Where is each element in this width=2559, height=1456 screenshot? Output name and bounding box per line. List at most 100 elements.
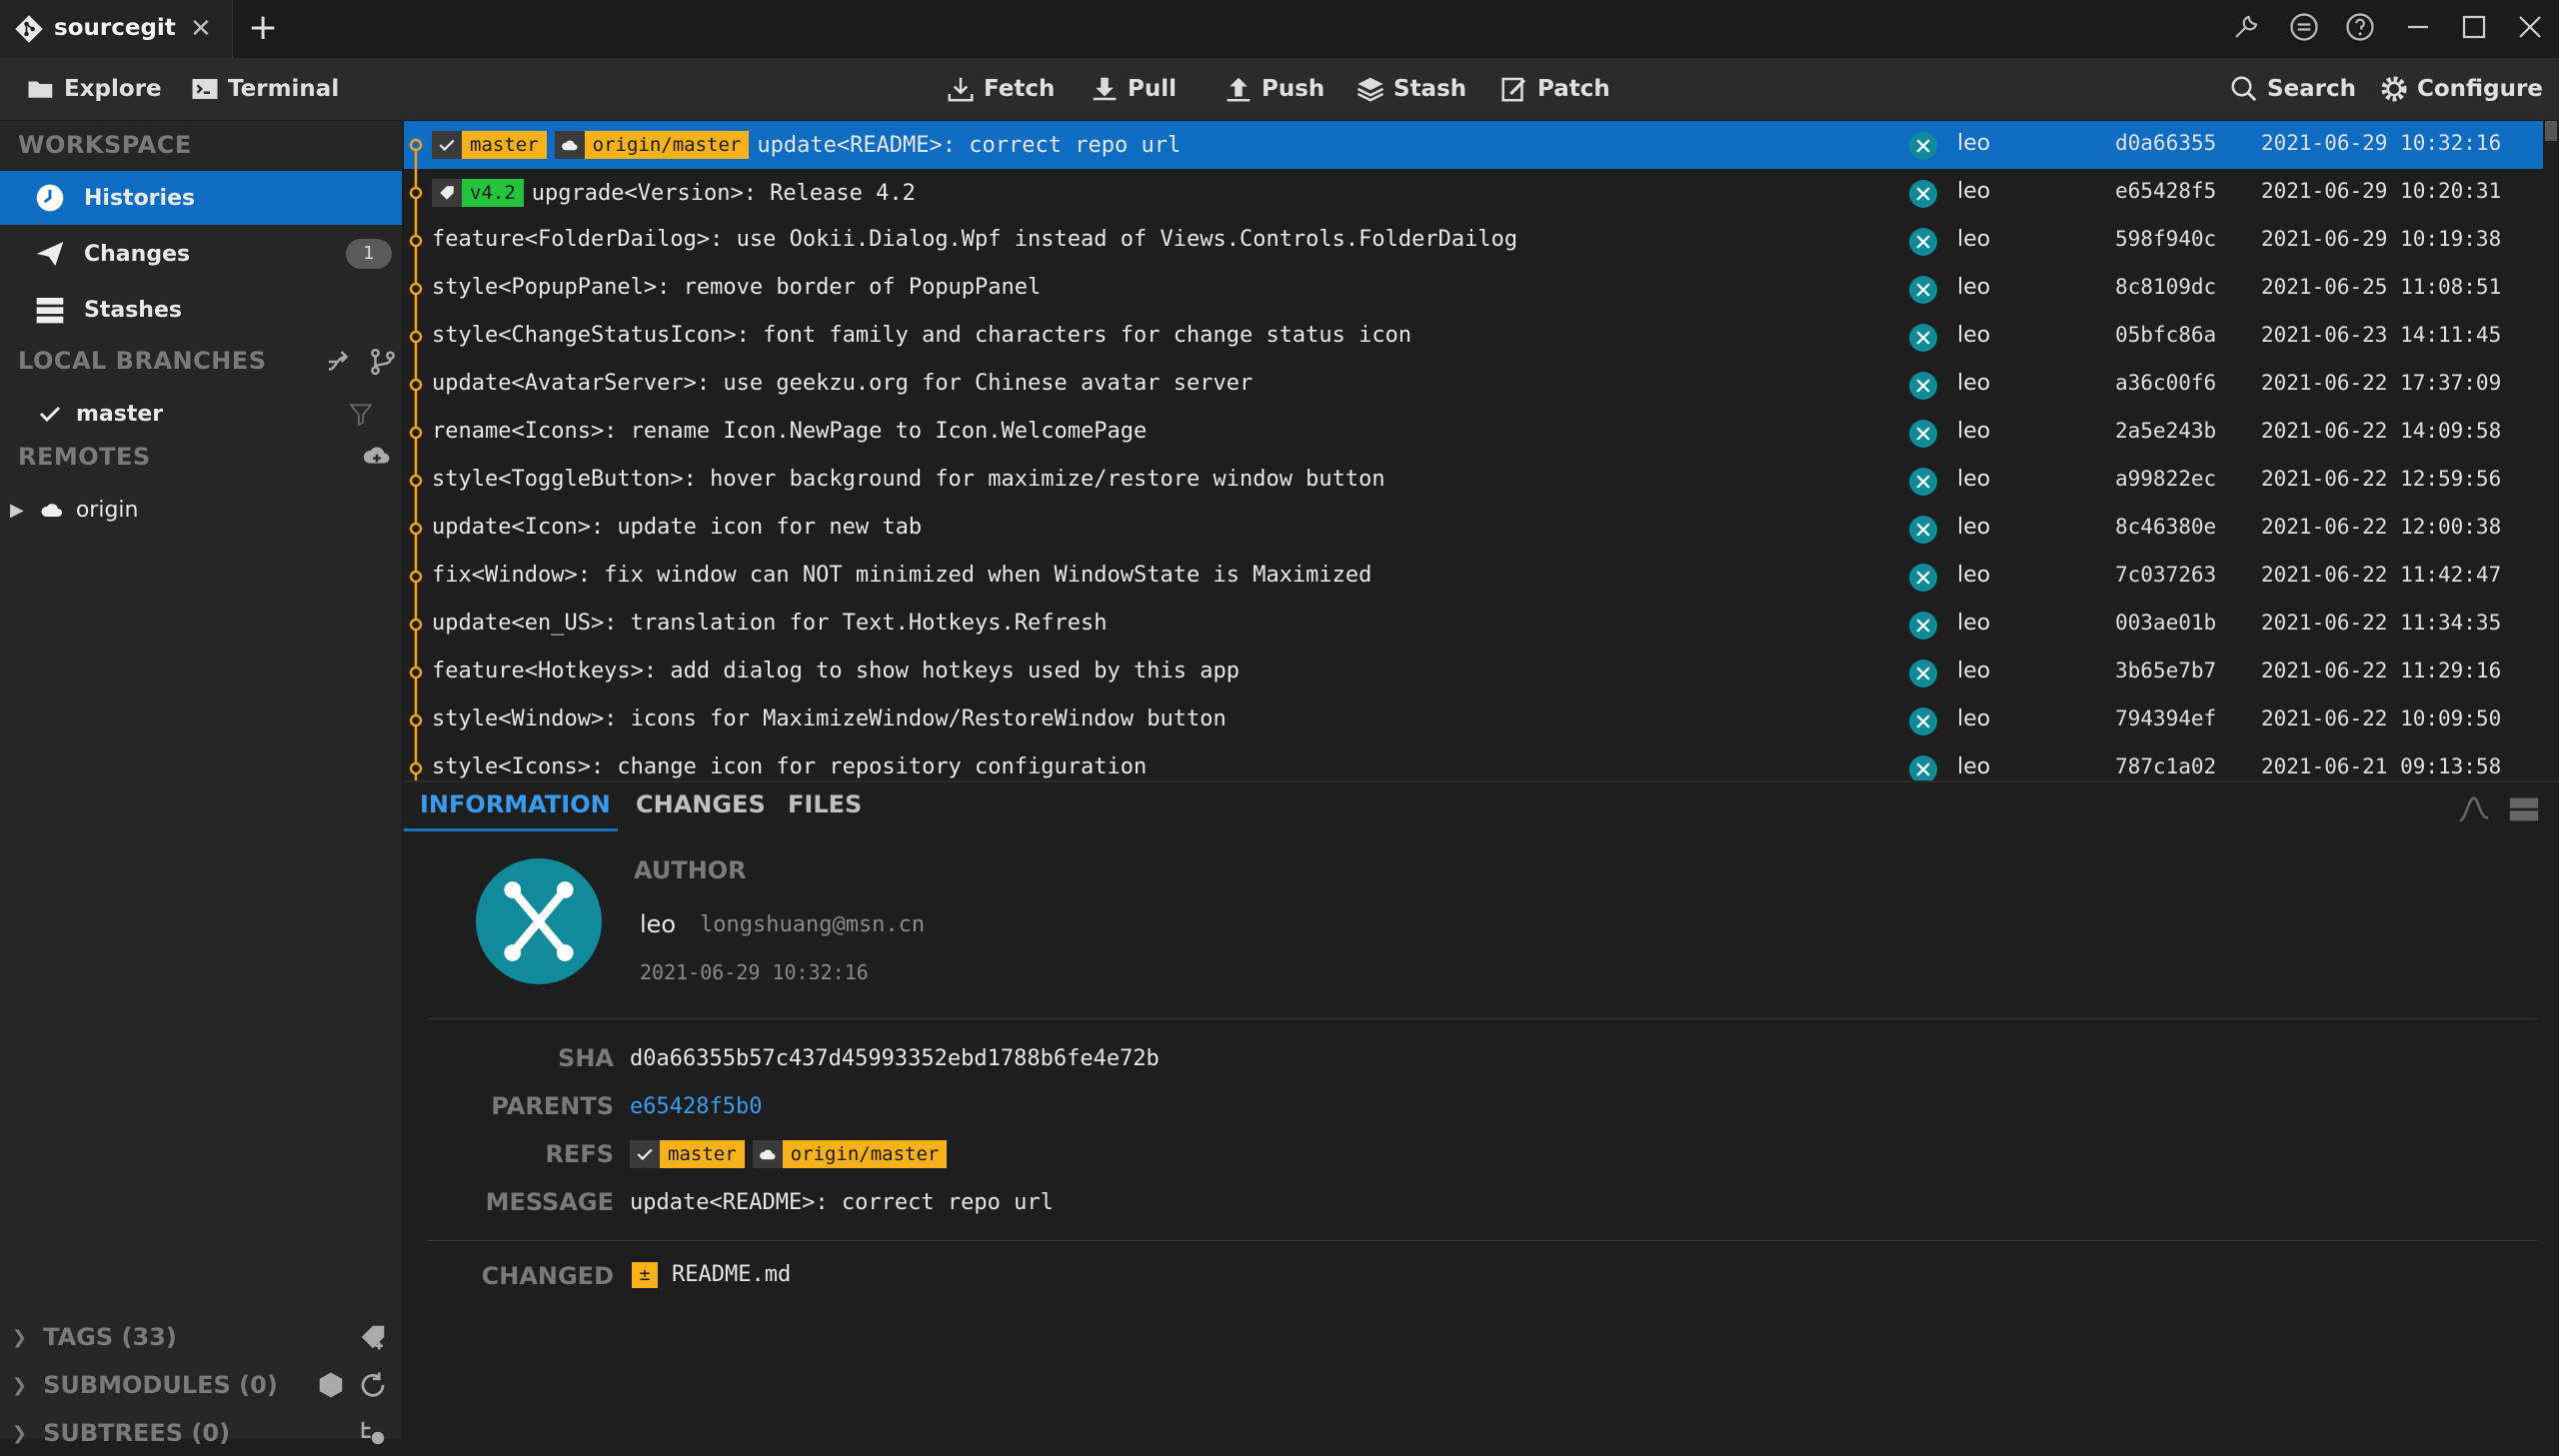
refresh-icon[interactable] [358,1370,388,1400]
search-button[interactable]: Search [2229,72,2356,106]
changed-file-item[interactable]: ± README.md [632,1262,791,1288]
subtrees-section[interactable]: ❯ SUBTREES (0) [0,1410,402,1456]
author-avatar-small [1909,468,1937,496]
configure-button[interactable]: Configure [2379,72,2543,106]
commit-row[interactable]: v4.2 upgrade<Version>: Release 4.2 leo e654… [404,169,2543,217]
commit-row[interactable]: feature<FolderDailog>: use Ookii.Dialog.… [404,217,2543,265]
sidebar-item-changes[interactable]: Changes 1 [0,227,402,281]
new-branch-icon[interactable] [368,347,398,377]
commit-message-text: rename<Icons>: rename Icon.NewPage to Ic… [432,419,1148,444]
commit-row[interactable]: update<en_US>: translation for Text.Hotk… [404,601,2543,649]
branch-item-master[interactable]: master [0,387,402,441]
submodules-section[interactable]: ❯ SUBMODULES (0) [0,1362,402,1408]
pull-icon [1090,74,1120,104]
check-icon [38,402,62,426]
remote-item-origin[interactable]: ▶ origin [0,483,402,537]
new-tab-button[interactable]: + [248,8,278,48]
ref-branch[interactable]: master [432,131,547,159]
hotkeys-icon[interactable] [2231,12,2261,42]
graph-node [409,361,423,409]
expand-arrow-icon[interactable]: ▶ [10,500,24,521]
tab-title: sourcegit [54,15,176,41]
tab-information[interactable]: INFORMATION [420,790,611,818]
stash-button[interactable]: Stash [1355,72,1466,106]
repo-tab[interactable]: sourcegit ✕ [0,0,233,58]
scrollbar-thumb[interactable] [2545,121,2557,141]
commit-message: update<Icon>: update icon for new tab [432,515,922,540]
commit-date: 2021-06-22 10:09:50 [2261,707,2502,730]
tab-changes[interactable]: CHANGES [636,790,766,818]
commit-message: update<en_US>: translation for Text.Hotk… [432,611,1108,636]
maximize-icon[interactable] [2459,12,2489,42]
explore-button[interactable]: Explore [26,72,162,106]
commit-message-text: feature<FolderDailog>: use Ookii.Dialog.… [432,227,1518,252]
commit-message: style<ToggleButton>: hover background fo… [432,467,1385,492]
commit-row[interactable]: feature<Hotkeys>: add dialog to show hot… [404,649,2543,697]
commit-row[interactable]: style<Window>: icons for MaximizeWindow/… [404,697,2543,744]
modified-file-icon: ± [632,1262,658,1288]
help-icon[interactable] [2345,12,2375,42]
ref-remote: origin/master [752,1140,948,1168]
commit-message: style<Icons>: change icon for repository… [432,754,1147,779]
author-name: leo [640,910,677,938]
tab-files[interactable]: FILES [788,790,862,818]
author-email[interactable]: longshuang@msn.cn [700,912,925,937]
sha-label: SHA [558,1044,614,1072]
sidebar-item-stashes[interactable]: Stashes [0,283,402,337]
changes-count-badge: 1 [346,239,392,269]
graph-node [409,649,423,697]
layout-icon[interactable] [2507,792,2541,826]
commit-row[interactable]: master origin/master update<README>: corre… [404,121,2543,169]
message-value: update<README>: correct repo url [630,1190,1054,1215]
ref-tag[interactable]: v4.2 [432,179,524,207]
terminal-button[interactable]: Terminal [190,72,339,106]
close-tab-icon[interactable]: ✕ [190,14,212,44]
author-avatar-small [1909,755,1937,780]
git-flow-icon[interactable] [324,347,354,377]
add-subtree-icon[interactable] [358,1418,388,1448]
commit-message-text: style<PopupPanel>: remove border of Popu… [432,275,1042,300]
tags-section[interactable]: ❯ TAGS (33) [0,1314,402,1360]
keyboard-icon[interactable] [2289,12,2319,42]
commit-author: leo [1957,707,1991,731]
ref-remote[interactable]: origin/master [554,131,750,159]
divider [428,1018,2537,1019]
add-tag-icon[interactable] [358,1322,388,1352]
commit-row[interactable]: update<AvatarServer>: use geekzu.org for… [404,361,2543,409]
filter-icon[interactable] [348,401,374,427]
branch-actions [324,347,398,377]
minimize-icon[interactable] [2403,12,2433,42]
graph-node [409,265,423,313]
patch-button[interactable]: Patch [1499,72,1610,106]
close-window-icon[interactable] [2515,12,2545,42]
push-button[interactable]: Push [1224,72,1324,106]
commit-list[interactable]: master origin/master update<README>: corre… [404,121,2559,780]
commit-author: leo [1957,659,1991,684]
sha-value[interactable]: d0a66355b57c437d45993352ebd1788b6fe4e72b [630,1046,1160,1071]
author-avatar-small [1909,660,1937,688]
changed-label: CHANGED [481,1262,614,1290]
patch-icon [1499,74,1529,104]
sidebar-item-histories[interactable]: Histories [0,171,402,225]
commit-row[interactable]: style<PopupPanel>: remove border of Popu… [404,265,2543,313]
add-submodule-icon[interactable] [316,1370,346,1400]
push-icon [1224,74,1254,104]
commit-row[interactable]: style<Icons>: change icon for repository… [404,744,2543,780]
commit-row[interactable]: fix<Window>: fix window can NOT minimize… [404,553,2543,601]
commit-author: leo [1957,323,1991,348]
author-avatar-small [1909,324,1937,352]
graph-node [409,138,423,169]
commit-sha: 2a5e243b [2115,419,2217,443]
parent-link[interactable]: e65428f5b0 [630,1094,762,1119]
add-remote-icon[interactable] [362,441,392,471]
graph-mode-icon[interactable] [2457,792,2491,826]
graph-node [409,744,423,780]
pull-button[interactable]: Pull [1090,72,1177,106]
commit-row[interactable]: rename<Icons>: rename Icon.NewPage to Ic… [404,409,2543,457]
fetch-button[interactable]: Fetch [946,72,1055,106]
commit-sha: 794394ef [2115,707,2217,730]
commit-row[interactable]: update<Icon>: update icon for new tab leo… [404,505,2543,553]
gear-icon [2379,74,2409,104]
commit-row[interactable]: style<ChangeStatusIcon>: font family and… [404,313,2543,361]
commit-row[interactable]: style<ToggleButton>: hover background fo… [404,457,2543,505]
